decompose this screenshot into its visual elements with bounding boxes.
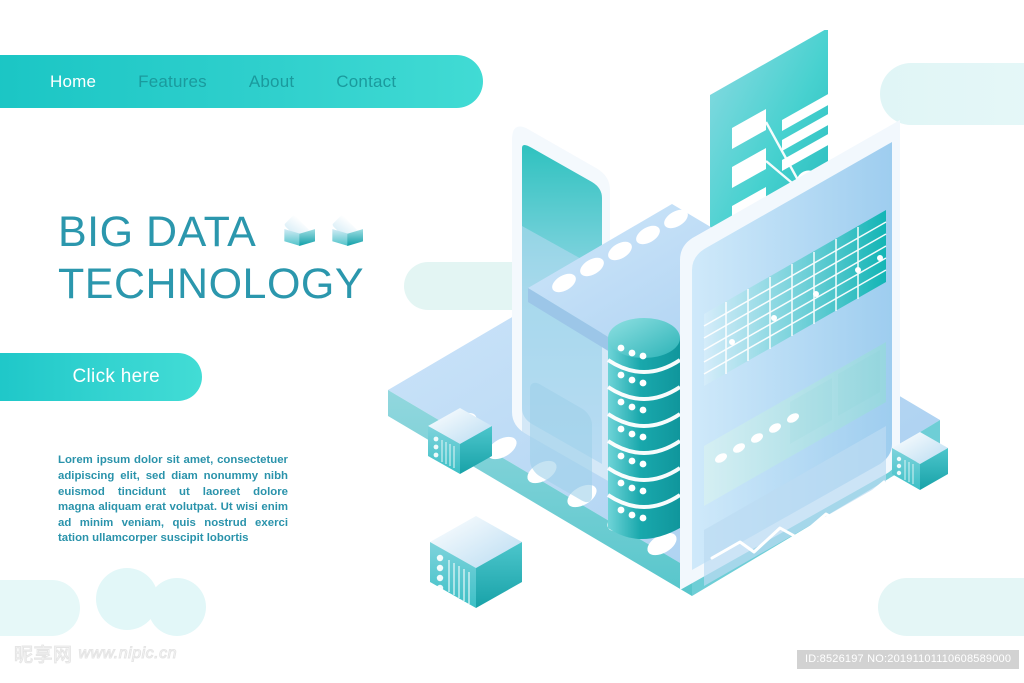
page-title-line2: TECHNOLOGY <box>58 260 365 308</box>
server-box-bottom <box>430 516 522 608</box>
watermark-brand-cn: 昵享网 <box>14 645 73 667</box>
nav-item-contact[interactable]: Contact <box>336 72 396 92</box>
big-data-illustration <box>380 30 1024 630</box>
nav-item-about[interactable]: About <box>249 72 294 92</box>
nav-item-home[interactable]: Home <box>50 72 96 92</box>
landing-page: Home Features About Contact BIG DATA TEC… <box>0 0 1024 683</box>
decor-cubes <box>282 214 378 252</box>
click-here-button[interactable]: Click here <box>0 353 202 401</box>
top-navigation: Home Features About Contact <box>0 55 483 108</box>
nav-item-features[interactable]: Features <box>138 72 207 92</box>
decor-pill-bottom-left <box>0 580 80 636</box>
decor-circle-left-b <box>148 578 206 636</box>
hero-paragraph: Lorem ipsum dolor sit amet, consectetuer… <box>58 454 288 545</box>
cube-icon-a <box>282 214 320 252</box>
cube-icon-b <box>330 214 368 252</box>
decor-circle-left-a <box>96 568 158 630</box>
database-cylinder-stack <box>606 318 682 539</box>
site-watermark: 昵享网 www.nipic.cn <box>14 640 177 667</box>
page-title-line1: BIG DATA <box>58 208 257 256</box>
headline-line-2: TECHNOLOGY <box>58 258 478 310</box>
hero-heading: BIG DATA TECHNOLOGY <box>58 206 478 310</box>
watermark-url: www.nipic.cn <box>78 644 177 662</box>
headline-line-1: BIG DATA <box>58 206 478 258</box>
click-here-label: Click here <box>72 366 160 387</box>
stock-id-badge: ID:8526197 NO:20191101110608589000 <box>797 650 1020 669</box>
